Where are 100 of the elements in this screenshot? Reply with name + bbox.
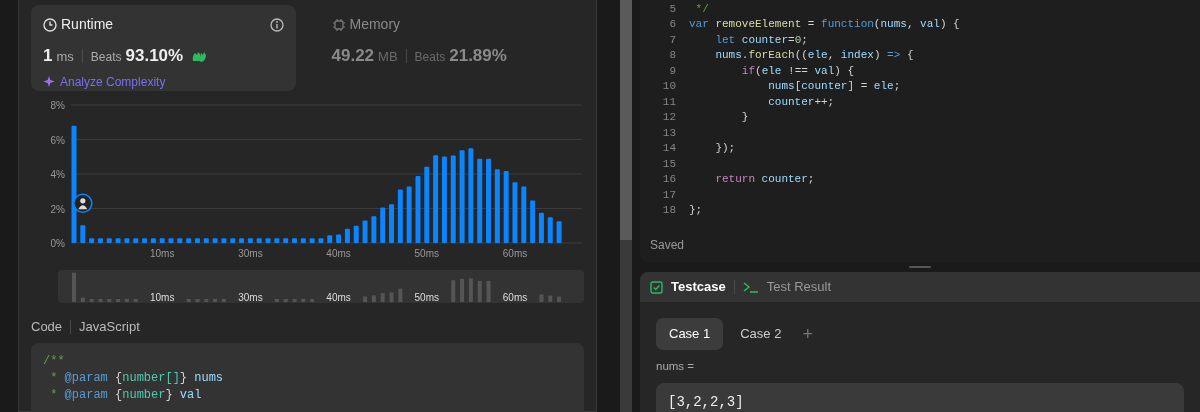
navigator-bar bbox=[477, 280, 482, 302]
bar[interactable] bbox=[283, 238, 289, 243]
param-input-field[interactable]: [3,2,2,3] bbox=[656, 382, 1184, 412]
bar[interactable] bbox=[150, 238, 156, 243]
x-tick-label: 30ms bbox=[238, 248, 263, 259]
bar[interactable] bbox=[477, 158, 483, 243]
bar[interactable] bbox=[556, 221, 562, 243]
bar[interactable] bbox=[230, 238, 236, 243]
bar[interactable] bbox=[168, 238, 174, 243]
navigator-bar bbox=[221, 299, 226, 302]
bar[interactable] bbox=[512, 182, 518, 243]
bar[interactable] bbox=[468, 148, 474, 243]
bar[interactable] bbox=[441, 156, 447, 243]
unit-label: ms bbox=[56, 48, 74, 66]
code-line: } bbox=[740, 110, 749, 125]
bar[interactable] bbox=[397, 189, 403, 243]
case-tab[interactable]: Case 1 bbox=[656, 318, 724, 350]
bar[interactable] bbox=[538, 212, 544, 243]
navigator-bar bbox=[301, 299, 306, 302]
bar[interactable] bbox=[406, 186, 412, 243]
bar[interactable] bbox=[459, 150, 465, 243]
bar[interactable] bbox=[212, 238, 218, 243]
bar[interactable] bbox=[336, 234, 342, 243]
bar[interactable] bbox=[195, 238, 200, 243]
line-number: 16 bbox=[661, 172, 676, 187]
bar[interactable] bbox=[203, 238, 209, 243]
bar[interactable] bbox=[247, 238, 253, 243]
code-line: return counter; bbox=[714, 172, 815, 187]
navigator-bar bbox=[204, 299, 209, 302]
chip-icon bbox=[331, 17, 346, 32]
bar[interactable] bbox=[415, 176, 421, 243]
navigator-tick-label: 40ms bbox=[326, 292, 351, 303]
range-navigator[interactable] bbox=[58, 270, 584, 303]
line-number: 8 bbox=[668, 48, 676, 63]
code-line: * @param {number[]} nums bbox=[49, 369, 225, 387]
bar[interactable] bbox=[362, 220, 368, 243]
runtime-card[interactable]: Runtime 1 ms Beats 93.10% Analyze Complexity bbox=[31, 5, 296, 91]
bar[interactable] bbox=[450, 155, 456, 243]
x-tick-label: 40ms bbox=[326, 248, 351, 259]
memory-card[interactable]: Memory 49.22 MB Beats 21.89% bbox=[319, 5, 584, 91]
bar[interactable] bbox=[177, 238, 183, 243]
bar[interactable] bbox=[115, 238, 121, 243]
scrollbar[interactable] bbox=[620, 0, 632, 412]
bar[interactable] bbox=[344, 228, 350, 243]
bar[interactable] bbox=[371, 216, 377, 243]
bar[interactable] bbox=[265, 238, 271, 243]
bar[interactable] bbox=[309, 238, 315, 243]
navigator-bar bbox=[539, 294, 544, 302]
navigator-bar bbox=[557, 296, 562, 302]
bar[interactable] bbox=[186, 238, 192, 243]
line-number: 10 bbox=[661, 79, 676, 94]
navigator-bar bbox=[292, 299, 297, 302]
bar[interactable] bbox=[327, 235, 333, 243]
bar[interactable] bbox=[424, 166, 430, 243]
avatar-marker[interactable] bbox=[73, 193, 93, 214]
bar[interactable] bbox=[353, 225, 359, 243]
bar[interactable] bbox=[159, 238, 165, 243]
bar[interactable] bbox=[80, 225, 86, 243]
bar[interactable] bbox=[494, 169, 500, 243]
bar[interactable] bbox=[300, 238, 306, 243]
bar[interactable] bbox=[124, 238, 130, 243]
panel-tab[interactable]: Testcase bbox=[671, 277, 726, 297]
info-icon[interactable] bbox=[269, 17, 284, 32]
navigator-bar bbox=[274, 299, 279, 302]
bar[interactable] bbox=[380, 207, 386, 243]
bar[interactable] bbox=[547, 217, 553, 243]
bar[interactable] bbox=[142, 238, 148, 243]
bar[interactable] bbox=[274, 238, 280, 243]
navigator-tick-label: 10ms bbox=[149, 292, 175, 303]
bar[interactable] bbox=[89, 238, 95, 243]
line-number: 13 bbox=[661, 125, 676, 141]
navigator-bar bbox=[133, 299, 138, 302]
bar[interactable] bbox=[292, 238, 297, 243]
navigator-bar bbox=[213, 299, 218, 302]
navigator-bar bbox=[371, 295, 376, 302]
navigator-bar bbox=[89, 299, 94, 302]
y-tick-label: 8% bbox=[50, 100, 65, 111]
bar[interactable] bbox=[239, 238, 245, 243]
code-line: nums.forEach((ele, index) => { bbox=[714, 48, 914, 63]
bar[interactable] bbox=[133, 238, 139, 243]
bar[interactable] bbox=[318, 238, 324, 243]
bar[interactable] bbox=[97, 238, 103, 243]
code-line: counter++; bbox=[767, 94, 835, 110]
bar[interactable] bbox=[256, 238, 262, 243]
code-label: Code bbox=[31, 318, 63, 336]
line-number: 7 bbox=[668, 32, 676, 48]
bar[interactable] bbox=[530, 200, 536, 243]
bar[interactable] bbox=[221, 238, 227, 243]
bar[interactable] bbox=[486, 158, 492, 243]
code-line: * @param {number} val bbox=[49, 386, 203, 404]
bar[interactable] bbox=[433, 155, 439, 243]
checkbox-icon bbox=[650, 280, 663, 294]
bar[interactable] bbox=[521, 186, 527, 243]
bar[interactable] bbox=[71, 125, 77, 243]
case-tab[interactable]: Case 2 bbox=[727, 318, 795, 350]
panel-tab[interactable]: Test Result bbox=[766, 277, 831, 297]
navigator-bar bbox=[486, 280, 491, 302]
memory-value: 49.22 bbox=[331, 45, 375, 67]
bar[interactable] bbox=[503, 171, 509, 243]
bar[interactable] bbox=[106, 238, 112, 243]
